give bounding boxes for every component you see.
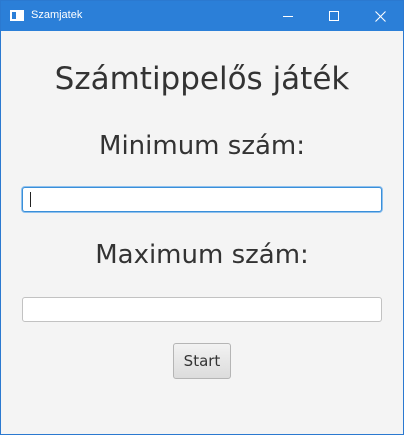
maximum-number-input[interactable]	[22, 297, 382, 322]
text-caret	[30, 192, 31, 207]
main-content: Számtippelős játék Minimum szám: Maximum…	[1, 31, 403, 434]
window-title: Szamjatek	[31, 9, 83, 21]
app-icon	[10, 10, 24, 21]
app-window: Szamjatek Számtippelős játék Minimum szá…	[0, 0, 404, 435]
page-title: Számtippelős játék	[54, 61, 350, 97]
close-icon	[374, 10, 386, 22]
close-button[interactable]	[357, 1, 403, 31]
maximize-icon	[329, 11, 339, 21]
title-bar[interactable]: Szamjatek	[1, 1, 403, 31]
maximize-button[interactable]	[311, 1, 357, 31]
minimize-button[interactable]	[265, 1, 311, 31]
minimum-number-input[interactable]	[22, 187, 382, 212]
start-button[interactable]: Start	[173, 343, 231, 379]
maximum-label: Maximum szám:	[95, 240, 309, 270]
minimize-icon	[283, 16, 293, 17]
minimum-label: Minimum szám:	[99, 131, 305, 161]
